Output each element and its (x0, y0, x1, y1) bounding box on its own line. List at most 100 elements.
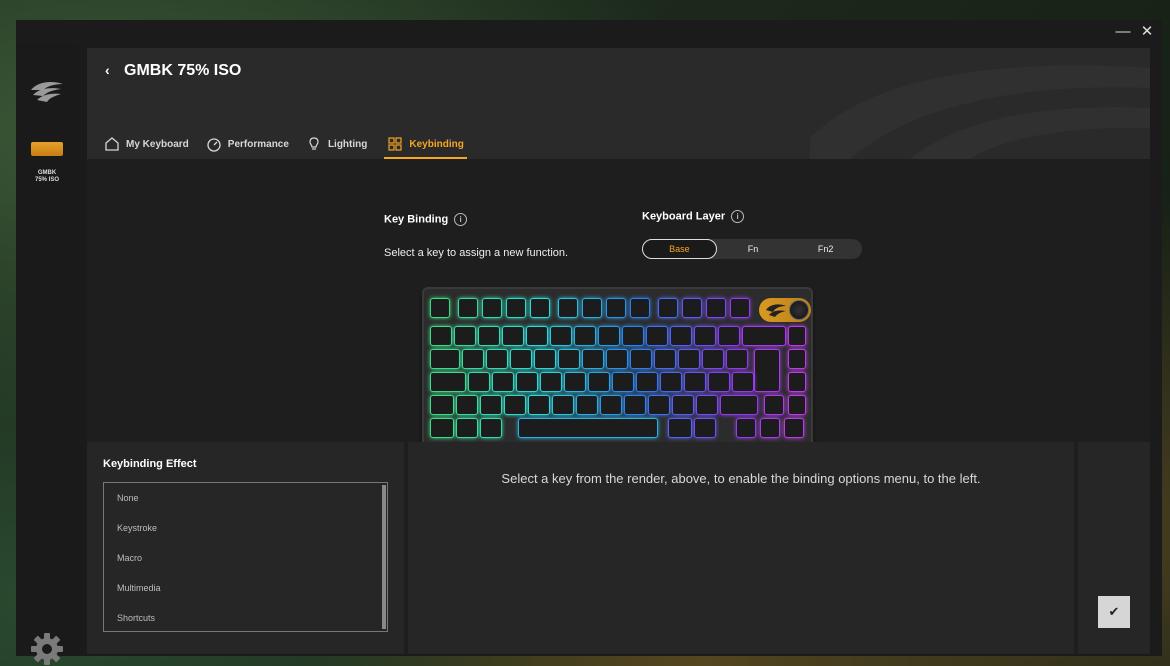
keyboard-key[interactable] (646, 326, 668, 346)
keyboard-key[interactable] (672, 395, 694, 415)
keyboard-key[interactable] (550, 326, 572, 346)
minimize-button[interactable]: — (1112, 22, 1134, 42)
keyboard-key[interactable] (736, 418, 756, 438)
keyboard-key[interactable] (534, 349, 556, 369)
keyboard-key[interactable] (788, 395, 806, 415)
keyboard-key[interactable] (458, 298, 478, 318)
keyboard-key[interactable] (462, 349, 484, 369)
info-icon[interactable]: i (731, 210, 745, 223)
keyboard-key[interactable] (788, 349, 806, 369)
keyboard-key[interactable] (718, 326, 740, 346)
keyboard-key[interactable] (482, 298, 502, 318)
tab-performance[interactable]: Performance (206, 131, 298, 157)
layer-fn-button[interactable]: Fn (717, 239, 790, 259)
volume-knob[interactable] (759, 298, 811, 322)
tab-my-keyboard[interactable]: My Keyboard (104, 131, 198, 157)
keyboard-key[interactable] (558, 298, 578, 318)
keyboard-key[interactable] (696, 395, 718, 415)
keyboard-key[interactable] (660, 372, 682, 392)
keyboard-key[interactable] (694, 326, 716, 346)
keyboard-key[interactable] (518, 418, 658, 438)
keyboard-key[interactable] (468, 372, 490, 392)
keyboard-key[interactable] (754, 349, 780, 392)
keyboard-key[interactable] (708, 372, 730, 392)
back-button[interactable]: ‹ (105, 62, 110, 78)
keyboard-key[interactable] (502, 326, 524, 346)
keyboard-key[interactable] (742, 326, 786, 346)
keyboard-key[interactable] (516, 372, 538, 392)
effect-multimedia[interactable]: Multimedia (104, 573, 387, 603)
keyboard-key[interactable] (564, 372, 586, 392)
keyboard-key[interactable] (510, 349, 532, 369)
effect-macro[interactable]: Macro (104, 543, 387, 573)
keyboard-key[interactable] (588, 372, 610, 392)
keyboard-key[interactable] (430, 372, 466, 392)
keyboard-key[interactable] (648, 395, 670, 415)
effect-none[interactable]: None (104, 483, 387, 513)
keyboard-key[interactable] (528, 395, 550, 415)
keyboard-key[interactable] (622, 326, 644, 346)
keyboard-key[interactable] (430, 395, 454, 415)
keyboard-key[interactable] (582, 349, 604, 369)
keyboard-key[interactable] (552, 395, 574, 415)
close-button[interactable]: ✕ (1136, 22, 1158, 42)
keyboard-key[interactable] (658, 298, 678, 318)
keyboard-key[interactable] (558, 349, 580, 369)
effect-keystroke[interactable]: Keystroke (104, 513, 387, 543)
keyboard-key[interactable] (694, 418, 716, 438)
keyboard-key[interactable] (788, 372, 806, 392)
keyboard-key[interactable] (456, 395, 478, 415)
keyboard-key[interactable] (430, 349, 460, 369)
keyboard-key[interactable] (670, 326, 692, 346)
keyboard-key[interactable] (582, 298, 602, 318)
info-icon[interactable]: i (454, 213, 468, 226)
confirm-button[interactable]: ✔ (1098, 596, 1130, 628)
keyboard-key[interactable] (606, 349, 628, 369)
keyboard-key[interactable] (678, 349, 700, 369)
keyboard-key[interactable] (492, 372, 514, 392)
gear-icon[interactable] (30, 632, 64, 666)
keyboard-key[interactable] (624, 395, 646, 415)
keyboard-key[interactable] (654, 349, 676, 369)
keyboard-key[interactable] (478, 326, 500, 346)
keyboard-key[interactable] (726, 349, 748, 369)
keyboard-key[interactable] (540, 372, 562, 392)
keyboard-key[interactable] (702, 349, 724, 369)
keyboard-key[interactable] (684, 372, 706, 392)
keyboard-key[interactable] (630, 349, 652, 369)
keyboard-key[interactable] (598, 326, 620, 346)
keyboard-key[interactable] (706, 298, 726, 318)
keyboard-key[interactable] (732, 372, 754, 392)
scrollbar[interactable] (382, 485, 386, 629)
keyboard-key[interactable] (506, 298, 526, 318)
keyboard-key[interactable] (430, 298, 450, 318)
keyboard-key[interactable] (526, 326, 548, 346)
keyboard-key[interactable] (574, 326, 596, 346)
keyboard-key[interactable] (612, 372, 634, 392)
keyboard-key[interactable] (576, 395, 598, 415)
keyboard-key[interactable] (730, 298, 750, 318)
keyboard-key[interactable] (456, 418, 478, 438)
keyboard-key[interactable] (668, 418, 692, 438)
keyboard-key[interactable] (454, 326, 476, 346)
keyboard-key[interactable] (720, 395, 758, 415)
keyboard-key[interactable] (682, 298, 702, 318)
keyboard-key[interactable] (606, 298, 626, 318)
keyboard-render[interactable] (424, 289, 811, 450)
keyboard-key[interactable] (530, 298, 550, 318)
keyboard-key[interactable] (504, 395, 526, 415)
layer-base-button[interactable]: Base (642, 239, 717, 259)
keyboard-key[interactable] (430, 326, 452, 346)
keyboard-key[interactable] (760, 418, 780, 438)
keyboard-key[interactable] (600, 395, 622, 415)
keyboard-key[interactable] (784, 418, 804, 438)
keyboard-key[interactable] (764, 395, 784, 415)
knob-dial[interactable] (789, 300, 809, 320)
keyboard-key[interactable] (486, 349, 508, 369)
layer-fn2-button[interactable]: Fn2 (789, 239, 862, 259)
tab-keybinding[interactable]: Keybinding (384, 131, 467, 159)
effect-shortcuts[interactable]: Shortcuts (104, 603, 387, 633)
keyboard-key[interactable] (480, 395, 502, 415)
keyboard-key[interactable] (430, 418, 454, 438)
keyboard-key[interactable] (480, 418, 502, 438)
